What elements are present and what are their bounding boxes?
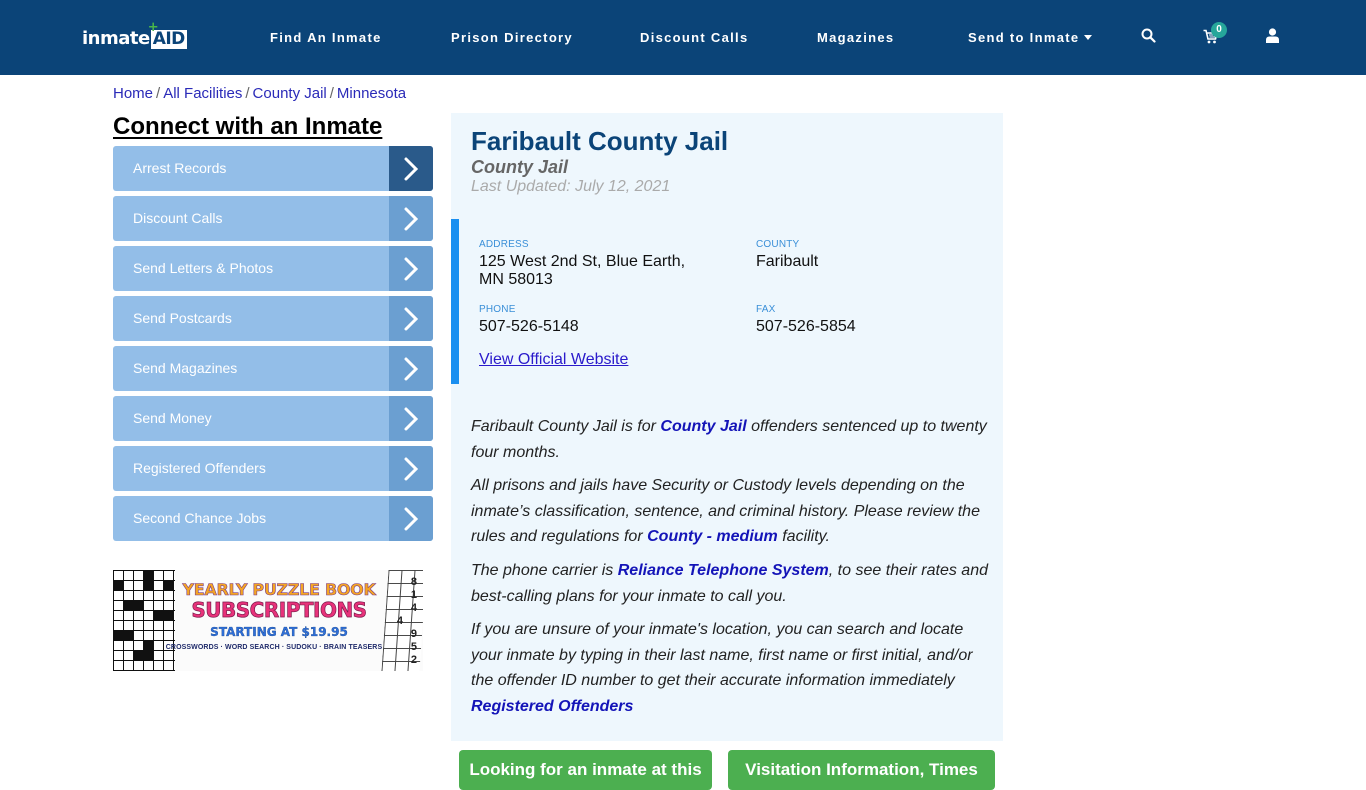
sidebar-item-registered-offenders[interactable]: Registered Offenders (113, 446, 433, 491)
ad-categories: CROSSWORDS · WORD SEARCH · SUDOKU · BRAI… (165, 644, 383, 651)
nav-send-to-inmate-label: Send to Inmate (968, 30, 1080, 45)
description-text: Faribault County Jail is for (471, 418, 661, 435)
chevron-right-icon (389, 296, 433, 341)
address-line-2: MN 58013 (479, 271, 553, 288)
sudoku-number: 2 (410, 654, 417, 666)
inmateaid-logo[interactable]: inmate + AID (82, 21, 187, 50)
chevron-right-icon (389, 396, 433, 441)
description-text: The phone carrier is (471, 561, 618, 579)
nav-magazines[interactable]: Magazines (817, 30, 894, 46)
phone-label: PHONE (479, 304, 516, 315)
breadcrumb-separator: / (329, 85, 334, 102)
sidebar-item-label: Send Magazines (133, 360, 238, 376)
county-jail-link[interactable]: County Jail (660, 418, 746, 435)
description-paragraph: Faribault County Jail is for County Jail… (471, 414, 993, 465)
breadcrumb: Home / All Facilities / County Jail / Minnesot… (113, 85, 406, 103)
info-accent-bar (451, 219, 459, 384)
crossword-grid-graphic (113, 570, 175, 671)
phone-carrier-link[interactable]: Reliance Telephone System (618, 562, 829, 579)
logo-text-inmate: inmate (82, 28, 150, 49)
search-icon (1141, 28, 1156, 43)
sidebar-item-discount-calls[interactable]: Discount Calls (113, 196, 433, 241)
search-button[interactable] (1141, 28, 1156, 48)
chevron-right-icon (389, 146, 433, 191)
caret-down-icon (1084, 35, 1093, 40)
address-label: ADDRESS (479, 239, 529, 250)
view-official-website-link[interactable]: View Official Website (479, 350, 628, 369)
breadcrumb-minnesota[interactable]: Minnesota (337, 85, 406, 102)
sidebar-item-send-postcards[interactable]: Send Postcards (113, 296, 433, 341)
chevron-right-icon (389, 346, 433, 391)
nav-send-to-inmate[interactable]: Send to Inmate (968, 30, 1093, 46)
sidebar-item-send-money[interactable]: Send Money (113, 396, 433, 441)
logo-plus-icon: + (147, 20, 159, 35)
security-level-link[interactable]: County - medium (647, 528, 778, 545)
cart-count-badge: 0 (1211, 22, 1227, 38)
nav-prison-directory[interactable]: Prison Directory (451, 30, 573, 46)
sidebar-item-send-magazines[interactable]: Send Magazines (113, 346, 433, 391)
sudoku-number: 5 (410, 641, 417, 653)
fax-label: FAX (756, 304, 776, 315)
chevron-right-icon (389, 446, 433, 491)
sidebar-item-label: Send Letters & Photos (133, 260, 274, 276)
description-paragraph: All prisons and jails have Security or C… (471, 473, 993, 550)
sudoku-number: 4 (396, 615, 403, 627)
sudoku-numbers: 8 1 4 4 9 5 2 (397, 576, 417, 667)
breadcrumb-separator: / (245, 85, 250, 102)
sudoku-number: 9 (410, 628, 417, 640)
description-text: If you are unsure of your inmate's locat… (471, 621, 973, 690)
sidebar-item-label: Send Money (133, 410, 212, 426)
user-icon (1266, 28, 1279, 43)
chevron-right-icon (389, 496, 433, 541)
sudoku-number: 8 (410, 576, 417, 588)
ad-subscriptions: SUBSCRIPTIONS (191, 598, 367, 623)
sidebar-menu: Arrest Records Discount Calls Send Lette… (113, 146, 433, 546)
sidebar-item-label: Second Chance Jobs (133, 510, 267, 526)
looking-for-inmate-button[interactable]: Looking for an inmate at this (459, 750, 712, 790)
breadcrumb-county-jail[interactable]: County Jail (253, 85, 327, 102)
facility-description: Faribault County Jail is for County Jail… (471, 414, 993, 728)
description-paragraph: The phone carrier is Reliance Telephone … (471, 558, 993, 609)
breadcrumb-home[interactable]: Home (113, 85, 153, 102)
description-paragraph: If you are unsure of your inmate's locat… (471, 617, 993, 719)
sidebar-item-label: Registered Offenders (133, 460, 266, 476)
phone-value: 507-526-5148 (479, 318, 579, 335)
registered-offenders-link[interactable]: Registered Offenders (471, 698, 633, 715)
top-navbar: inmate + AID Find An Inmate Prison Direct… (0, 0, 1366, 75)
address-line-1: 125 West 2nd St, Blue Earth, (479, 253, 686, 270)
county-value: Faribault (756, 253, 819, 270)
breadcrumb-separator: / (156, 85, 161, 102)
ad-headline: YEARLY PUZZLE BOOK (182, 580, 376, 599)
sidebar-item-send-letters-photos[interactable]: Send Letters & Photos (113, 246, 433, 291)
facility-name: Faribault County Jail (471, 126, 729, 156)
facility-type: County Jail (471, 157, 569, 177)
sidebar-item-label: Send Postcards (133, 310, 232, 326)
chevron-right-icon (389, 196, 433, 241)
sidebar-item-label: Discount Calls (133, 210, 223, 226)
breadcrumb-all-facilities[interactable]: All Facilities (163, 85, 242, 102)
last-updated: Last Updated: July 12, 2021 (471, 178, 671, 195)
sidebar-title: Connect with an Inmate (113, 113, 383, 140)
account-button[interactable] (1266, 28, 1279, 48)
logo-text-aid: + AID (148, 21, 187, 49)
sidebar-item-arrest-records[interactable]: Arrest Records (113, 146, 433, 191)
nav-find-an-inmate[interactable]: Find An Inmate (270, 30, 382, 46)
ad-price: STARTING AT $19.95 (210, 625, 348, 639)
sudoku-number: 4 (410, 602, 417, 614)
county-label: COUNTY (756, 239, 800, 250)
chevron-right-icon (389, 246, 433, 291)
fax-value: 507-526-5854 (756, 318, 856, 335)
visitation-information-button[interactable]: Visitation Information, Times (728, 750, 995, 790)
description-text: facility. (777, 528, 830, 546)
nav-discount-calls[interactable]: Discount Calls (640, 30, 749, 46)
sidebar-item-label: Arrest Records (133, 160, 227, 176)
sudoku-number: 1 (410, 589, 417, 601)
sidebar-item-second-chance-jobs[interactable]: Second Chance Jobs (113, 496, 433, 541)
puzzle-book-ad-banner[interactable]: 8 1 4 4 9 5 2 YEARLY PUZZLE BOOK SUBSCRI… (113, 570, 423, 671)
